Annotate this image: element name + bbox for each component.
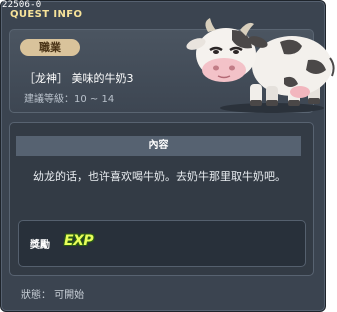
reward-label: 獎勵	[30, 240, 50, 251]
reward-panel	[18, 220, 306, 267]
job-badge: 職業	[20, 39, 80, 56]
quest-description: 幼龙的话，也许喜欢喝牛奶。去奶牛那里取牛奶吧。	[33, 170, 286, 183]
exp-icon[interactable]: EXP	[64, 233, 94, 249]
cow-npc-icon	[186, 18, 335, 113]
quest-status: 狀態： 可開始	[21, 290, 85, 301]
recommended-level: 建議等級：10 ~ 14	[24, 94, 115, 105]
window-title: QUEST INFO	[10, 9, 83, 20]
content-section-header: 內容	[16, 136, 301, 156]
quest-name: ［龙神］ 美味的牛奶3	[24, 72, 134, 85]
